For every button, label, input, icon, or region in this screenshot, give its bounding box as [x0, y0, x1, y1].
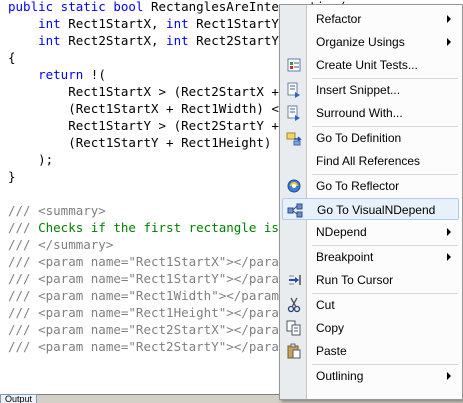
- menu-item-label: Organize Usings: [316, 35, 405, 49]
- code-token: );: [8, 152, 54, 167]
- menu-item-breakpoint[interactable]: Breakpoint: [282, 246, 459, 268]
- code-line: /// <param name="Rect1Height"></param>: [8, 304, 294, 321]
- submenu-arrow-icon: [447, 228, 451, 236]
- menu-item-paste[interactable]: Paste: [282, 340, 459, 362]
- menu-item-label: NDepend: [316, 225, 367, 239]
- cut-icon: [286, 297, 302, 313]
- code-line: int Rect1StartX, int Rect1StartY,: [8, 15, 286, 32]
- menu-item-outlining[interactable]: Outlining: [282, 365, 459, 387]
- code-token: {: [8, 50, 16, 65]
- menu-item-label: Cut: [316, 298, 335, 312]
- menu-item-label: Run To Cursor: [316, 273, 394, 287]
- code-line: /// <param name="Rect1StartX"></param>: [8, 253, 294, 270]
- menu-item-ndepend[interactable]: NDepend: [282, 221, 459, 243]
- code-line: /// <param name="Rect2StartX"></param>: [8, 321, 294, 338]
- menu-item-label: Surround With...: [316, 106, 403, 120]
- code-line: return !(: [8, 66, 106, 83]
- code-comment: /// <param name="Rect2StartY"></param>: [8, 339, 294, 354]
- code-line: /// <param name="Rect1StartY"></param>: [8, 270, 294, 287]
- menu-item-label: Refactor: [316, 12, 362, 26]
- menu-item-copy[interactable]: Copy: [282, 317, 459, 339]
- code-comment: /// <param name="Rect1StartX"></param>: [8, 254, 294, 269]
- ndepend-icon: [287, 202, 303, 218]
- code-keyword: return: [38, 67, 84, 82]
- code-token: Rect1StartX,: [60, 16, 167, 31]
- menu-item-insert-snippet[interactable]: Insert Snippet...: [282, 79, 459, 101]
- code-line: /// </summary>: [8, 236, 113, 253]
- menu-item-go-to-reflector[interactable]: Go To Reflector: [282, 175, 459, 197]
- code-line: /// <summary>: [8, 202, 106, 219]
- code-keyword: int: [38, 16, 61, 31]
- paste-icon: [286, 343, 302, 359]
- code-comment: ///: [8, 220, 39, 235]
- code-line: int Rect2StartX, int Rect2StartY,: [8, 32, 286, 49]
- menu-item-surround-with[interactable]: Surround With...: [282, 102, 459, 124]
- menu-item-label: Breakpoint: [316, 250, 374, 264]
- menu-item-label: Create Unit Tests...: [316, 58, 418, 72]
- menu-item-label: Go To VisualNDepend: [317, 203, 436, 217]
- code-keyword: int: [166, 33, 189, 48]
- code-comment: /// <summary>: [8, 203, 106, 218]
- code-comment: /// </summary>: [8, 237, 114, 252]
- code-comment: /// <param name="Rect2StartX"></param>: [8, 322, 294, 337]
- submenu-arrow-icon: [447, 372, 451, 380]
- unit-test-icon: [286, 57, 302, 73]
- code-line: }: [8, 168, 16, 185]
- submenu-arrow-icon: [447, 38, 451, 46]
- code-line: {: [8, 49, 16, 66]
- menu-item-label: Find All References: [316, 154, 421, 168]
- run-to-cursor-icon: [286, 272, 302, 288]
- code-token: Rect2StartX,: [60, 33, 167, 48]
- code-token: !(: [83, 67, 106, 82]
- menu-item-go-to-visualndepend[interactable]: Go To VisualNDepend: [282, 198, 459, 220]
- goto-definition-icon: [286, 130, 302, 146]
- code-keyword: int: [38, 33, 61, 48]
- menu-item-find-all-references[interactable]: Find All References: [282, 150, 459, 172]
- code-line: /// <param name="Rect1Width"></param>: [8, 287, 286, 304]
- menu-item-label: Paste: [316, 344, 347, 358]
- code-line: /// <param name="Rect2StartY"></param>: [8, 338, 294, 355]
- code-line: );: [8, 151, 53, 168]
- reflector-icon: [286, 178, 302, 194]
- menu-item-label: Go To Definition: [316, 131, 402, 145]
- snippet-icon: [286, 82, 302, 98]
- menu-item-organize-usings[interactable]: Organize Usings: [282, 31, 459, 53]
- surround-icon: [286, 105, 302, 121]
- menu-item-go-to-definition[interactable]: Go To Definition: [282, 127, 459, 149]
- submenu-arrow-icon: [447, 15, 451, 23]
- code-keyword: int: [166, 16, 189, 31]
- submenu-arrow-icon: [447, 253, 451, 261]
- menu-item-label: Outlining: [316, 369, 364, 383]
- code-comment: /// <param name="Rect1StartY"></param>: [8, 271, 294, 286]
- code-token: Rect2StartY,: [188, 33, 287, 48]
- code-token: Rect1StartY,: [188, 16, 287, 31]
- menu-item-run-to-cursor[interactable]: Run To Cursor: [282, 269, 459, 291]
- menu-item-create-unit-tests[interactable]: Create Unit Tests...: [282, 54, 459, 76]
- code-comment: /// <param name="Rect1Width"></param>: [8, 288, 287, 303]
- menu-item-label: Insert Snippet...: [316, 83, 401, 97]
- code-token: }: [8, 169, 16, 184]
- context-menu: Refactor Organize Usings Create Unit Tests…: [279, 4, 463, 400]
- code-comment: /// <param name="Rect1Height"></param>: [8, 305, 294, 320]
- menu-item-label: Go To Reflector: [316, 179, 400, 193]
- code-keyword: public static bool: [8, 0, 151, 14]
- menu-item-refactor[interactable]: Refactor: [282, 8, 459, 30]
- menu-item-label: Copy: [316, 321, 345, 335]
- menu-item-cut[interactable]: Cut: [282, 294, 459, 316]
- copy-icon: [286, 320, 302, 336]
